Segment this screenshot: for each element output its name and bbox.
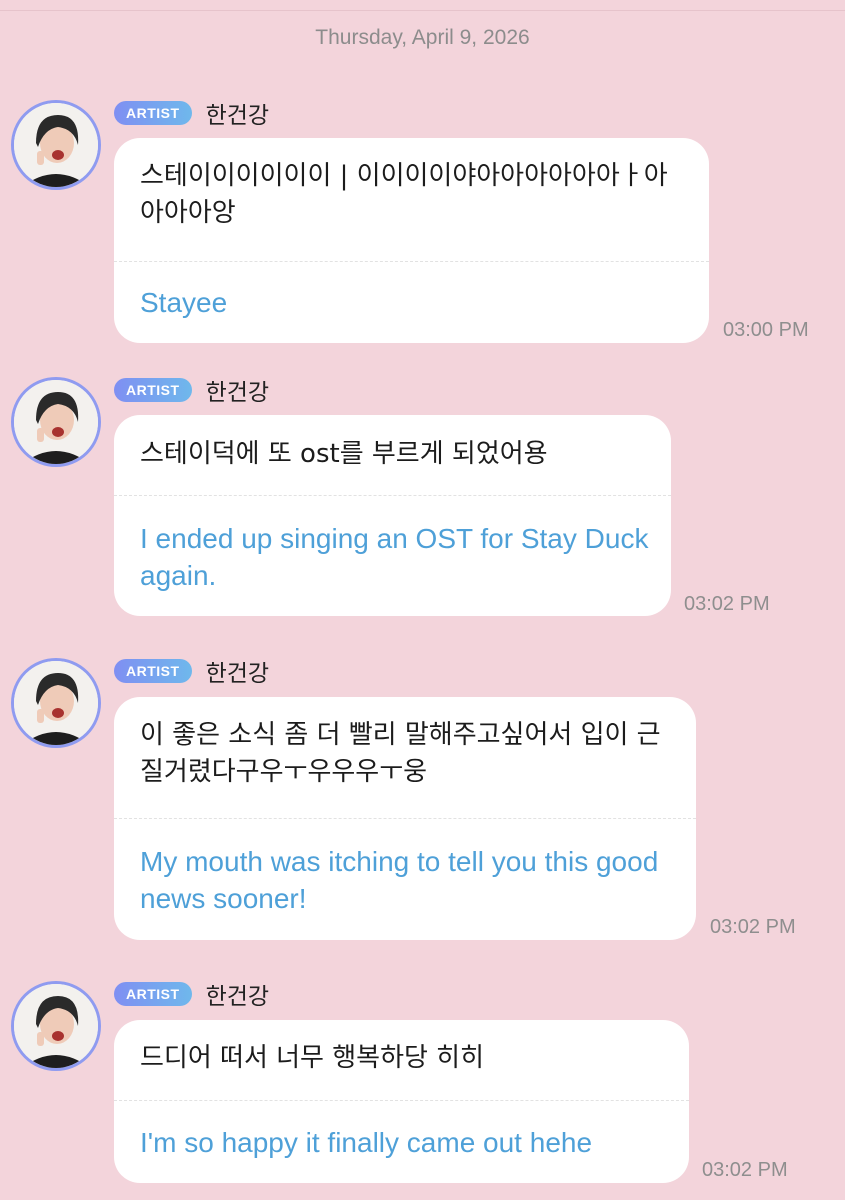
sender-name: 한건강 [205,661,270,687]
translated-text: Stayee [140,287,228,318]
translated-text: I'm so happy it finally came out hehe [140,1127,593,1158]
message-meta: ARTIST 한건강 [114,99,270,129]
message-bubble[interactable]: 스테이덕에 또 ost를 부르게 되었어용 I ended up singing… [114,415,671,616]
message-timestamp: 03:02 PM [684,593,770,615]
message-timestamp: 03:02 PM [710,916,796,938]
sender-name: 한건강 [205,103,270,129]
date-header: Thursday, April 9, 2026 [315,26,530,49]
translated-text: I ended up singing an OST for Stay Duck … [140,523,649,591]
sender-name: 한건강 [205,380,270,406]
artist-avatar-icon[interactable] [11,377,101,467]
artist-badge: ARTIST [114,101,192,125]
sender-name: 한건강 [205,984,270,1010]
message-bubble[interactable]: 드디어 떠서 너무 행복하당 히히 I'm so happy it finall… [114,1020,689,1183]
artist-avatar-icon[interactable] [11,100,101,190]
original-text: 스테이이이이이이 | 이이이이야아아아아아아ㅏ아아아아앙 [140,161,668,228]
artist-avatar-icon[interactable] [11,981,101,1071]
artist-badge: ARTIST [114,982,192,1006]
message-bubble[interactable]: 스테이이이이이이 | 이이이이야아아아아아아ㅏ아아아아앙 Stayee [114,138,709,343]
message-meta: ARTIST 한건강 [114,376,270,406]
message-meta: ARTIST 한건강 [114,657,270,687]
artist-avatar-icon[interactable] [11,658,101,748]
translated-text: My mouth was itching to tell you this go… [140,846,659,914]
bubble-divider [114,495,671,496]
message-timestamp: 03:02 PM [702,1159,788,1181]
bubble-divider [114,261,709,262]
top-divider [0,0,845,11]
bubble-divider [114,1100,689,1101]
artist-badge: ARTIST [114,378,192,402]
message-timestamp: 03:00 PM [723,319,809,341]
bubble-divider [114,818,696,819]
original-text: 드디어 떠서 너무 행복하당 히히 [140,1043,485,1073]
message-bubble[interactable]: 이 좋은 소식 좀 더 빨리 말해주고싶어서 입이 근질거렸다구우ㅜ우우우ㅜ웅 … [114,697,696,940]
message-meta: ARTIST 한건강 [114,980,270,1010]
original-text: 스테이덕에 또 ost를 부르게 되었어용 [140,439,548,469]
original-text: 이 좋은 소식 좀 더 빨리 말해주고싶어서 입이 근질거렸다구우ㅜ우우우ㅜ웅 [140,720,661,787]
artist-badge: ARTIST [114,659,192,683]
